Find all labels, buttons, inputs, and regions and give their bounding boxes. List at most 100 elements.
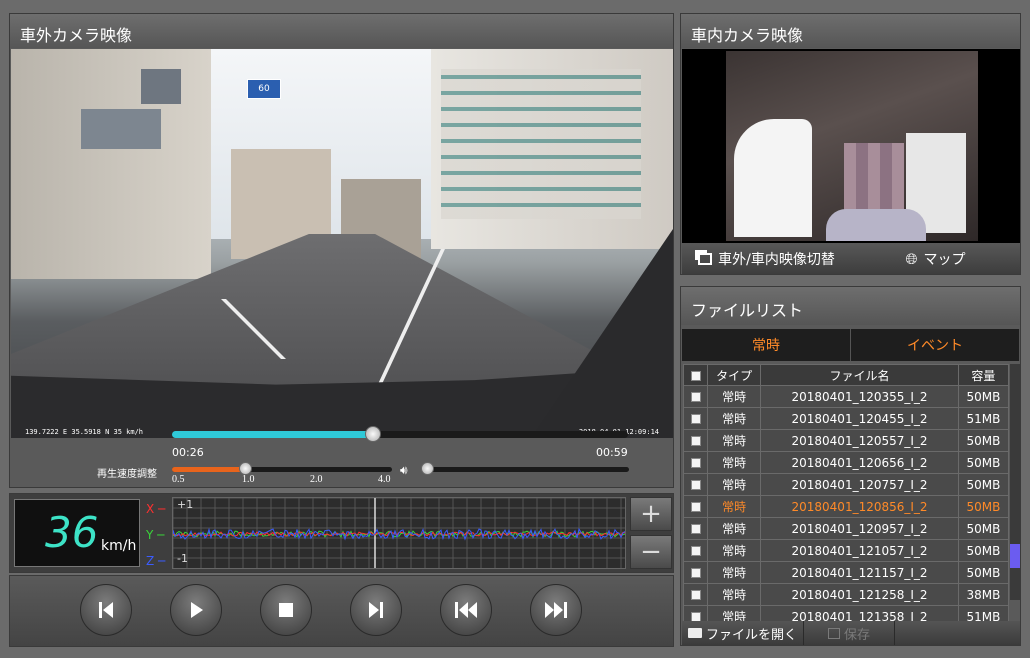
volume-handle[interactable] bbox=[421, 462, 434, 475]
file-type: 常時 bbox=[706, 429, 762, 452]
indoor-video-view[interactable] bbox=[682, 49, 1020, 243]
file-name: 20180401_120557_I_2 bbox=[760, 429, 959, 452]
file-name: 20180401_120957_I_2 bbox=[760, 517, 959, 540]
file-name: 20180401_120656_I_2 bbox=[760, 451, 959, 474]
file-list-panel: ファイルリスト 常時 イベント タイプ ファイル名 容量 常時 20180401_… bbox=[680, 286, 1021, 646]
time-total: 00:59 bbox=[596, 446, 628, 459]
file-type: 常時 bbox=[706, 539, 762, 562]
blurred-person bbox=[844, 143, 904, 215]
outdoor-video-view[interactable]: 60 139.7222 E 35.5918 N 35 km/h 2018-04-… bbox=[11, 49, 673, 438]
save-label: 保存 bbox=[844, 627, 871, 643]
col-size: 容量 bbox=[957, 364, 1010, 386]
file-size: 50MB bbox=[957, 517, 1010, 540]
speed-label: 再生速度調整 bbox=[97, 469, 157, 480]
save-button[interactable]: 保存 bbox=[804, 621, 896, 645]
open-file-label: ファイルを開く bbox=[706, 627, 798, 643]
g-sensor-waveform bbox=[172, 497, 626, 568]
file-name: 20180401_121157_I_2 bbox=[760, 561, 959, 584]
switch-windows-icon bbox=[698, 252, 713, 265]
row-checkbox[interactable] bbox=[683, 561, 708, 584]
file-size: 50MB bbox=[957, 385, 1010, 408]
seek-handle[interactable] bbox=[364, 426, 381, 442]
file-type: 常時 bbox=[706, 583, 762, 606]
play-button[interactable] bbox=[170, 584, 222, 636]
row-checkbox[interactable] bbox=[683, 583, 708, 606]
previous-frame-button[interactable] bbox=[80, 584, 132, 636]
row-checkbox[interactable] bbox=[683, 539, 708, 562]
indoor-camera-title: 車内カメラ映像 bbox=[681, 14, 1020, 48]
file-type: 常時 bbox=[706, 517, 762, 540]
graph-scale-bottom: -1 bbox=[177, 552, 188, 565]
graph-scale-top: +1 bbox=[177, 498, 194, 511]
file-type-tabs: 常時 イベント bbox=[682, 329, 1020, 361]
previous-file-button[interactable] bbox=[440, 584, 492, 636]
row-checkbox[interactable] bbox=[683, 429, 708, 452]
file-row[interactable]: 常時 20180401_120957_I_2 50MB bbox=[683, 517, 1010, 540]
indoor-camera-panel: 車内カメラ映像 車外/車内映像切替 🌐︎ マップ bbox=[680, 13, 1021, 275]
axis-y-label: Y ─ bbox=[146, 528, 165, 542]
save-icon bbox=[828, 627, 841, 639]
file-size: 50MB bbox=[957, 473, 1010, 496]
playback-controls bbox=[9, 575, 674, 647]
file-name: 20180401_120455_I_2 bbox=[760, 407, 959, 430]
scrollbar-thumb[interactable] bbox=[1010, 544, 1020, 568]
gps-overlay: 139.7222 E 35.5918 N 35 km/h bbox=[25, 428, 144, 436]
file-type: 常時 bbox=[706, 385, 762, 408]
file-row[interactable]: 常時 20180401_120455_I_2 51MB bbox=[683, 407, 1010, 430]
sensor-panel: 36 km/h X ─ Y ─ Z ─ +1 -1 + − bbox=[9, 493, 674, 573]
zoom-in-button[interactable]: + bbox=[630, 497, 672, 531]
select-all-checkbox[interactable] bbox=[683, 364, 708, 386]
file-type: 常時 bbox=[706, 495, 762, 518]
file-list-scrollbar[interactable] bbox=[1010, 364, 1020, 600]
tab-event[interactable]: イベント bbox=[851, 329, 1020, 361]
file-type: 常時 bbox=[706, 407, 762, 430]
map-button[interactable]: 🌐︎ マップ bbox=[851, 243, 1020, 274]
seek-progress bbox=[172, 431, 373, 438]
file-row[interactable]: 常時 20180401_121157_I_2 50MB bbox=[683, 561, 1010, 584]
col-type: タイプ bbox=[706, 364, 762, 386]
file-row[interactable]: 常時 20180401_120557_I_2 50MB bbox=[683, 429, 1010, 452]
speed-tick-3: 4.0 bbox=[378, 474, 391, 485]
file-row[interactable]: 常時 20180401_120856_I_2 50MB bbox=[683, 495, 1010, 518]
next-file-icon bbox=[545, 602, 567, 618]
zoom-out-button[interactable]: − bbox=[630, 535, 672, 569]
file-name: 20180401_121258_I_2 bbox=[760, 583, 959, 606]
file-row[interactable]: 常時 20180401_120355_I_2 50MB bbox=[683, 385, 1010, 408]
volume-icon[interactable]: 🔊︎ bbox=[400, 463, 408, 478]
file-name: 20180401_121057_I_2 bbox=[760, 539, 959, 562]
row-checkbox[interactable] bbox=[683, 495, 708, 518]
g-sensor-graph[interactable]: +1 -1 bbox=[172, 497, 626, 569]
left-building bbox=[11, 49, 211, 279]
map-label: マップ bbox=[923, 251, 966, 268]
file-row[interactable]: 常時 20180401_120656_I_2 50MB bbox=[683, 451, 1010, 474]
row-checkbox[interactable] bbox=[683, 451, 708, 474]
tab-regular[interactable]: 常時 bbox=[682, 329, 851, 361]
stop-button[interactable] bbox=[260, 584, 312, 636]
file-type: 常時 bbox=[706, 561, 762, 584]
file-type: 常時 bbox=[706, 451, 762, 474]
axis-z-label: Z ─ bbox=[146, 554, 166, 568]
row-checkbox[interactable] bbox=[683, 473, 708, 496]
next-frame-button[interactable] bbox=[350, 584, 402, 636]
file-type: 常時 bbox=[706, 473, 762, 496]
speed-tick-0: 0.5 bbox=[172, 474, 185, 485]
file-row[interactable]: 常時 20180401_121057_I_2 50MB bbox=[683, 539, 1010, 562]
indoor-camera-image bbox=[726, 51, 978, 241]
open-file-button[interactable]: ファイルを開く bbox=[682, 621, 805, 645]
row-checkbox[interactable] bbox=[683, 385, 708, 408]
file-size: 50MB bbox=[957, 539, 1010, 562]
row-checkbox[interactable] bbox=[683, 517, 708, 540]
camera-switch-label: 車外/車内映像切替 bbox=[718, 251, 835, 268]
file-table: タイプ ファイル名 容量 常時 20180401_120355_I_2 50MB 常時… bbox=[683, 364, 1010, 628]
previous-frame-icon bbox=[99, 602, 113, 618]
speedometer: 36 km/h bbox=[14, 499, 140, 567]
row-checkbox[interactable] bbox=[683, 407, 708, 430]
next-file-button[interactable] bbox=[530, 584, 582, 636]
file-size: 50MB bbox=[957, 495, 1010, 518]
camera-switch-button[interactable]: 車外/車内映像切替 bbox=[682, 243, 851, 274]
file-row[interactable]: 常時 20180401_120757_I_2 50MB bbox=[683, 473, 1010, 496]
volume-slider[interactable] bbox=[424, 467, 629, 472]
file-actions-bar: ファイルを開く 保存 bbox=[682, 621, 1020, 645]
speed-fill bbox=[172, 467, 247, 472]
file-row[interactable]: 常時 20180401_121258_I_2 38MB bbox=[683, 583, 1010, 606]
